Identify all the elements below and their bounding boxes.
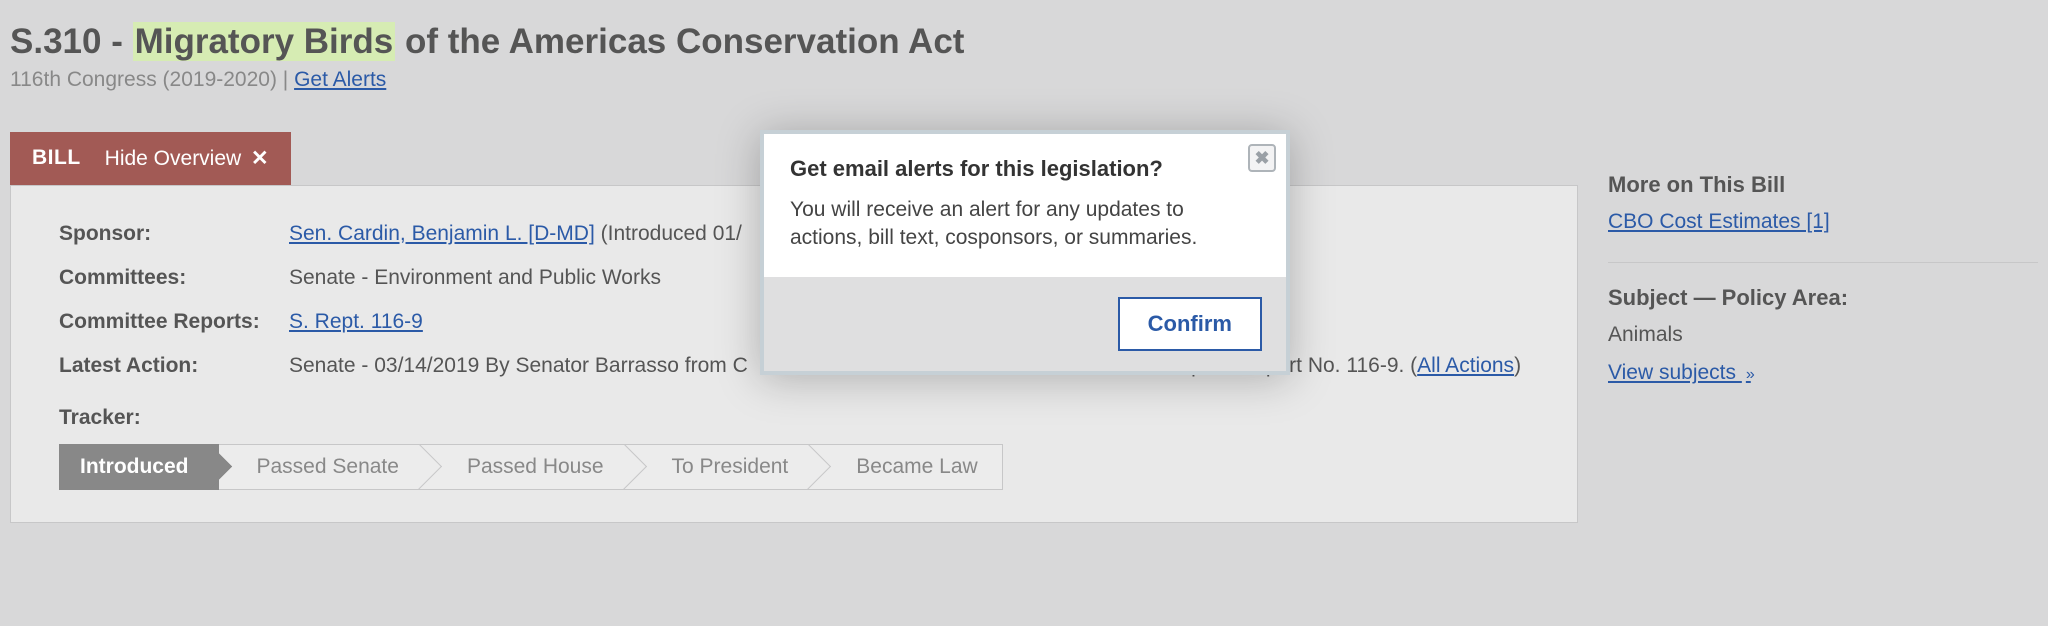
sidebar: More on This Bill CBO Cost Estimates [1]… (1608, 132, 2038, 523)
cbo-estimates-link[interactable]: CBO Cost Estimates [1] (1608, 210, 1830, 233)
bill-title: S.310 - Migratory Birds of the Americas … (10, 20, 2038, 64)
close-icon: ✕ (251, 147, 269, 170)
hide-overview-label: Hide Overview (105, 147, 242, 170)
sidebar-divider (1608, 262, 2038, 263)
committee-reports-label: Committee Reports: (59, 310, 289, 334)
bill-subtitle: 116th Congress (2019-2020) | Get Alerts (10, 68, 2038, 92)
tracker-label: Tracker: (59, 406, 1529, 430)
dialog-text: You will receive an alert for any update… (790, 196, 1260, 253)
tracker-step[interactable]: Passed House (429, 444, 634, 490)
tracker-step[interactable]: Passed Senate (219, 444, 429, 490)
congress-label: 116th Congress (2019-2020) (10, 68, 277, 91)
status-tracker: IntroducedPassed SenatePassed HouseTo Pr… (59, 444, 1529, 490)
bill-title-rest: of the Americas Conservation Act (395, 22, 964, 61)
tab-bill[interactable]: BILL Hide Overview ✕ (10, 132, 291, 185)
alert-dialog: ✖ Get email alerts for this legislation?… (760, 130, 1290, 375)
close-icon: ✖ (1254, 148, 1269, 169)
committee-report-link[interactable]: S. Rept. 116-9 (289, 310, 423, 333)
dialog-title: Get email alerts for this legislation? (790, 156, 1260, 182)
latest-action-text-1: Senate - 03/14/2019 By Senator Barrasso … (289, 354, 748, 377)
hide-overview-button[interactable]: Hide Overview ✕ (105, 146, 269, 171)
tracker-step[interactable]: Became Law (818, 444, 1002, 490)
sponsor-label: Sponsor: (59, 222, 289, 246)
tracker-step[interactable]: Introduced (59, 444, 219, 490)
subject-heading: Subject — Policy Area: (1608, 285, 2038, 311)
committees-label: Committees: (59, 266, 289, 290)
confirm-button[interactable]: Confirm (1118, 297, 1262, 351)
chevron-right-icon: » (1746, 366, 1751, 383)
tracker-step[interactable]: To President (634, 444, 819, 490)
all-actions-link[interactable]: All Actions (1417, 354, 1514, 377)
bill-title-highlight: Migratory Birds (133, 22, 396, 61)
get-alerts-link[interactable]: Get Alerts (294, 68, 386, 91)
view-subjects-label: View subjects (1608, 361, 1742, 384)
tab-bill-label: BILL (32, 146, 81, 170)
separator: | (277, 68, 294, 91)
more-on-bill-heading: More on This Bill (1608, 172, 2038, 198)
bill-number: S.310 - (10, 22, 133, 61)
dialog-close-button[interactable]: ✖ (1248, 144, 1276, 172)
subject-value: Animals (1608, 323, 2038, 347)
sponsor-introduced: (Introduced 01/ (595, 222, 742, 245)
latest-action-label: Latest Action: (59, 354, 289, 378)
latest-action-text-3: ) (1514, 354, 1521, 377)
sponsor-link[interactable]: Sen. Cardin, Benjamin L. [D-MD] (289, 222, 595, 245)
view-subjects-link[interactable]: View subjects » (1608, 361, 1751, 384)
